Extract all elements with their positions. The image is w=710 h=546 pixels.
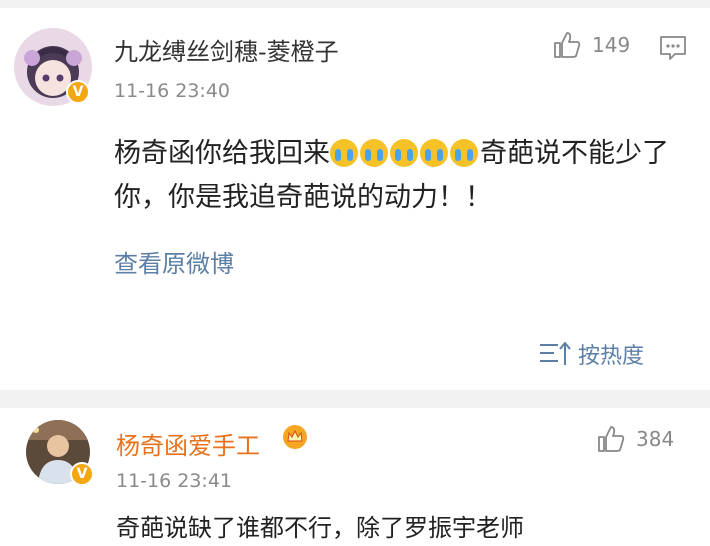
sort-label: 按热度: [578, 344, 645, 369]
verified-badge-icon: V: [70, 462, 94, 486]
crying-face-emoji: [450, 139, 478, 167]
comment-text-part1: 杨奇函你给我回来: [114, 138, 330, 169]
crying-face-emoji: [390, 139, 418, 167]
verified-badge-icon: V: [66, 80, 90, 104]
like-count: 149: [592, 33, 631, 57]
reply-button[interactable]: [658, 34, 688, 66]
comment-username[interactable]: 杨奇函爱手工: [116, 426, 260, 461]
like-count: 384: [636, 427, 675, 451]
comment-username[interactable]: 九龙缚丝剑穗-菱橙子: [114, 32, 339, 67]
top-divider: [0, 0, 710, 8]
comment-body: 奇葩说缺了谁都不行，除了罗振宇老师: [116, 514, 524, 542]
section-divider: [0, 390, 710, 408]
comment-time: 11-16 23:41: [116, 470, 233, 492]
sort-icon: [540, 341, 571, 365]
sort-by-hot-button[interactable]: 按热度: [538, 338, 644, 370]
like-button[interactable]: 384: [596, 424, 674, 454]
crying-face-emoji: [360, 139, 388, 167]
thumbs-up-icon: [554, 32, 581, 58]
thumbs-up-icon: [598, 426, 625, 452]
comment-time: 11-16 23:40: [114, 80, 231, 102]
view-original-link[interactable]: 查看原微博: [114, 244, 234, 279]
crown-vip-icon: [282, 424, 308, 454]
crying-face-emoji: [330, 139, 358, 167]
comment-icon: [660, 36, 686, 60]
like-button[interactable]: 149: [552, 30, 630, 60]
comment-body: 杨奇函你给我回来 奇葩说不能少了你，你是我追奇葩说的动力！！: [114, 132, 694, 220]
crying-face-emoji: [420, 139, 448, 167]
